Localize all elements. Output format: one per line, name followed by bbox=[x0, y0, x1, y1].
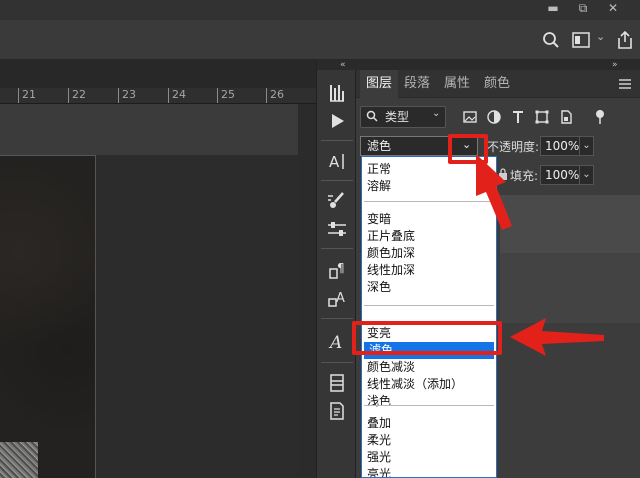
share-icon[interactable] bbox=[616, 30, 634, 50]
window-title-bar: ▬ ⧉ ✕ bbox=[0, 0, 640, 20]
type-filter-icon[interactable] bbox=[510, 109, 526, 125]
blend-mode-option[interactable]: 亮光 bbox=[362, 466, 496, 477]
workspace-icon[interactable] bbox=[572, 32, 590, 48]
character-icon[interactable]: A bbox=[325, 150, 349, 172]
dock-divider bbox=[321, 180, 353, 181]
blend-mode-option[interactable]: 强光 bbox=[362, 449, 496, 466]
svg-text:A: A bbox=[336, 291, 345, 306]
collapse-panel-icon[interactable]: » bbox=[612, 60, 618, 70]
tab-layers[interactable]: 图层 bbox=[360, 70, 399, 98]
ruler-tick: 26 bbox=[266, 88, 284, 103]
annotation-highlight-box bbox=[352, 321, 502, 355]
layer-comps-icon[interactable] bbox=[325, 372, 349, 394]
play-icon[interactable] bbox=[325, 110, 349, 132]
search-icon bbox=[366, 110, 378, 122]
tab-properties[interactable]: 属性 bbox=[438, 70, 476, 98]
ruler-tick: 21 bbox=[18, 88, 36, 103]
dock-header bbox=[317, 60, 357, 70]
menu-divider bbox=[364, 405, 494, 406]
image-layer-preview[interactable] bbox=[0, 155, 96, 478]
dock-divider bbox=[321, 318, 353, 319]
blend-mode-option[interactable]: 深色 bbox=[362, 279, 496, 296]
panel-dock: A ¶ A A bbox=[316, 60, 357, 478]
pixel-layer-filter-icon[interactable] bbox=[462, 109, 478, 125]
menu-divider bbox=[364, 305, 494, 306]
tab-color[interactable]: 颜色 bbox=[478, 70, 516, 98]
fill-input[interactable]: 100% bbox=[540, 165, 580, 185]
blend-mode-option[interactable]: 线性减淡（添加） bbox=[362, 376, 496, 393]
annotation-arrow bbox=[476, 154, 512, 230]
search-icon[interactable] bbox=[542, 31, 560, 49]
smart-object-filter-icon[interactable] bbox=[558, 109, 574, 125]
character-style-icon[interactable]: A bbox=[325, 288, 349, 310]
tab-paragraph[interactable]: 段落 bbox=[398, 70, 436, 98]
adjustment-filter-icon[interactable] bbox=[486, 109, 502, 125]
ruler-tick: 23 bbox=[118, 88, 136, 103]
notes-icon[interactable] bbox=[325, 400, 349, 422]
layer-row[interactable] bbox=[500, 195, 640, 253]
blend-mode-option[interactable]: 叠加 bbox=[362, 415, 496, 432]
adjust-sliders-icon[interactable] bbox=[325, 218, 349, 240]
ruler-tick: 25 bbox=[217, 88, 235, 103]
texture-patch bbox=[0, 442, 38, 478]
shape-filter-icon[interactable] bbox=[534, 109, 550, 125]
opacity-input[interactable]: 100% bbox=[540, 136, 580, 156]
close-button[interactable]: ✕ bbox=[598, 0, 628, 18]
panel-header bbox=[356, 60, 640, 70]
blend-mode-option[interactable]: 正片叠底 bbox=[362, 228, 496, 245]
dock-divider bbox=[321, 248, 353, 249]
layer-row[interactable] bbox=[500, 253, 640, 323]
blend-mode-option[interactable]: 柔光 bbox=[362, 432, 496, 449]
svg-text:¶: ¶ bbox=[337, 261, 345, 275]
svg-text:A: A bbox=[328, 333, 342, 352]
histogram-icon[interactable] bbox=[325, 82, 349, 104]
panel-tabs: 图层 段落 属性 颜色 bbox=[356, 70, 640, 98]
brush-settings-icon[interactable] bbox=[325, 190, 349, 212]
blend-mode-option[interactable]: 颜色减淡 bbox=[362, 359, 496, 376]
blend-mode-option[interactable]: 线性加深 bbox=[362, 262, 496, 279]
dock-divider bbox=[321, 362, 353, 363]
ruler-tick: 24 bbox=[168, 88, 186, 103]
options-bar: ⌄ bbox=[0, 20, 640, 60]
opacity-dropdown-icon[interactable]: ⌄ bbox=[580, 136, 594, 156]
ruler-tick: 22 bbox=[68, 88, 86, 103]
panel-menu-icon[interactable] bbox=[618, 78, 632, 90]
blend-mode-option[interactable]: 浅色 bbox=[362, 393, 496, 410]
dock-divider bbox=[321, 140, 353, 141]
collapse-dock-icon[interactable]: « bbox=[340, 60, 346, 70]
pasteboard bbox=[96, 155, 298, 478]
filter-toggle-icon[interactable] bbox=[592, 109, 608, 125]
canvas-gutter bbox=[298, 104, 316, 478]
fill-dropdown-icon[interactable]: ⌄ bbox=[580, 165, 594, 185]
chevron-down-icon: ⌄ bbox=[432, 108, 441, 119]
minimize-button[interactable]: ▬ bbox=[538, 0, 568, 18]
horizontal-ruler: 21 22 23 24 25 26 bbox=[0, 88, 316, 104]
glyphs-icon[interactable]: A bbox=[325, 330, 349, 353]
restore-button[interactable]: ⧉ bbox=[568, 0, 598, 18]
annotation-arrow bbox=[510, 318, 604, 356]
layer-filter-row: 类型 ⌄ bbox=[356, 104, 640, 132]
paragraph-style-icon[interactable]: ¶ bbox=[325, 260, 349, 282]
workspace-dropdown-icon[interactable]: ⌄ bbox=[596, 30, 605, 43]
blend-mode-option[interactable]: 颜色加深 bbox=[362, 245, 496, 262]
svg-text:A: A bbox=[329, 153, 340, 171]
